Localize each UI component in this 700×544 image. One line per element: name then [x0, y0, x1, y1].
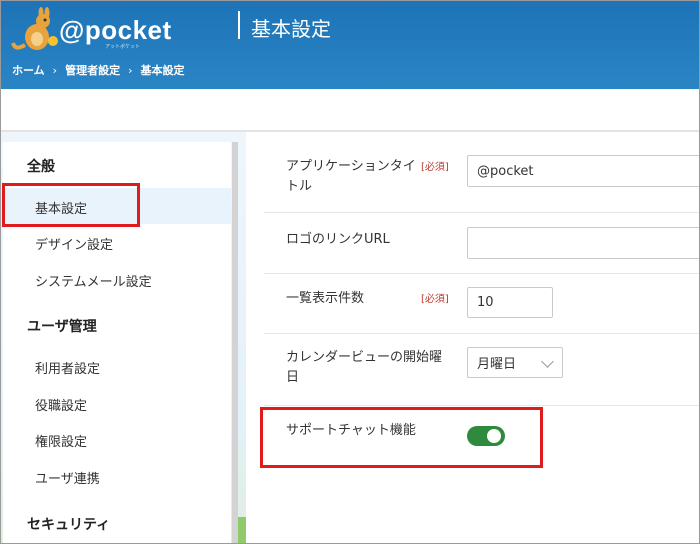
settings-form	[248, 142, 699, 543]
logo-text[interactable]: @pocket	[59, 15, 172, 46]
row-divider	[264, 273, 699, 274]
toolbar-band	[1, 89, 699, 131]
chevron-down-icon	[541, 355, 554, 368]
sidebar-scrollbar[interactable]	[232, 142, 238, 543]
breadcrumb-current: 基本設定	[140, 64, 185, 77]
row-divider	[264, 333, 699, 334]
annotation-highlight-support-chat	[260, 407, 543, 468]
grass-decoration	[238, 517, 246, 543]
page-title: 基本設定	[251, 17, 331, 41]
calendar-start-value: 月曜日	[477, 357, 517, 372]
required-badge: [必須]	[421, 162, 449, 173]
sidebar-section-general: 全般	[27, 159, 55, 175]
calendar-start-select[interactable]: 月曜日	[467, 347, 563, 378]
header-divider	[238, 11, 240, 39]
app-header: @pocket アットポケット 基本設定 ホーム › 管理者設定 › 基本設定	[1, 1, 699, 89]
app-title-label: アプリケーションタイ トル	[286, 159, 416, 194]
sidebar-item-user-settings[interactable]: 利用者設定	[35, 358, 100, 377]
app-title-input[interactable]: @pocket	[467, 155, 699, 187]
sidebar-item-position-settings[interactable]: 役職設定	[35, 395, 87, 414]
breadcrumb-admin-settings[interactable]: 管理者設定	[65, 62, 120, 78]
sidebar-item-design-settings[interactable]: デザイン設定	[35, 234, 113, 253]
app-window: @pocket アットポケット 基本設定 ホーム › 管理者設定 › 基本設定 …	[0, 0, 700, 544]
list-count-input[interactable]: 10	[467, 287, 553, 318]
row-divider	[264, 212, 699, 213]
calendar-start-label: カレンダービューの開始曜 日	[286, 350, 443, 385]
chevron-right-icon: ›	[128, 63, 133, 77]
required-badge: [必須]	[421, 294, 449, 305]
sidebar-item-system-mail-settings[interactable]: システムメール設定	[35, 271, 152, 290]
sidebar-section-security: セキュリティ	[27, 517, 111, 533]
chevron-right-icon: ›	[52, 63, 58, 77]
breadcrumb-home[interactable]: ホーム	[12, 62, 45, 78]
annotation-highlight-basic-settings	[2, 183, 140, 227]
logo-link-input[interactable]	[467, 227, 699, 259]
row-divider	[264, 405, 699, 406]
logo-subtext: アットポケット	[105, 44, 141, 50]
sidebar-section-user-management: ユーザ管理	[27, 319, 97, 335]
logo-link-label: ロゴのリンクURL	[286, 232, 390, 247]
list-count-label: 一覧表示件数	[286, 291, 365, 306]
sidebar-item-permission-settings[interactable]: 権限設定	[35, 431, 87, 450]
sidebar-item-user-integration[interactable]: ユーザ連携	[35, 468, 100, 487]
breadcrumb: ホーム › 管理者設定 › 基本設定	[12, 62, 184, 78]
